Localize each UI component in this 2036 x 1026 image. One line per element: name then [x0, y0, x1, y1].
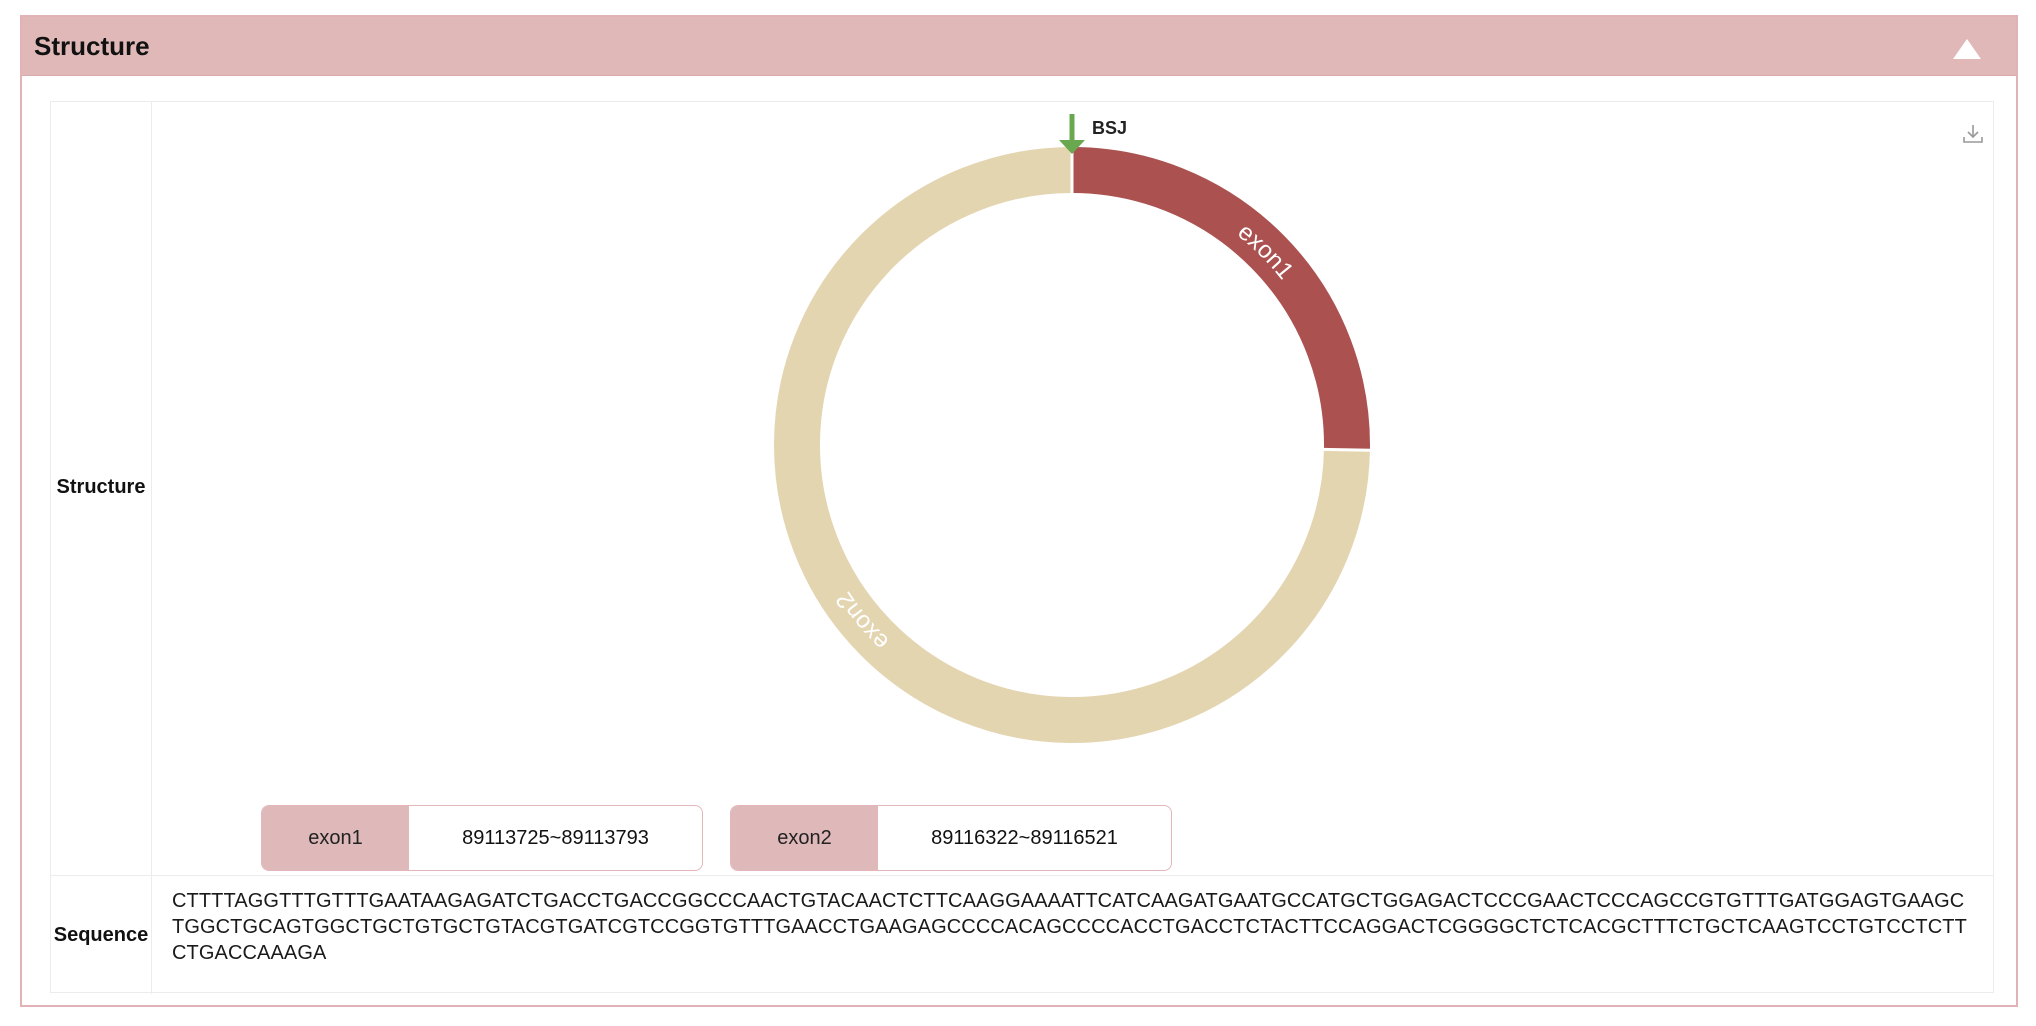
structure-row: Structure exon1 exon2 BSJ exon1 89113725… — [51, 102, 1993, 876]
sequence-row-label: Sequence — [53, 924, 149, 946]
structure-label-cell: Structure — [51, 102, 152, 875]
sequence-row: Sequence CTTTTAGGTTTGTTTGAATAAGAGATCTGAC… — [51, 876, 1993, 994]
exon1-name: exon1 — [262, 806, 409, 870]
panel-title: Structure — [34, 31, 150, 61]
structure-diagram-cell: exon1 exon2 BSJ exon1 89113725~89113793 — [152, 102, 1993, 875]
exon1-coordinate-box: exon1 89113725~89113793 — [261, 805, 703, 871]
sequence-text: CTTTTAGGTTTGTTTGAATAAGAGATCTGACCTGACCGGC… — [172, 890, 1967, 964]
sequence-cell: CTTTTAGGTTTGTTTGAATAAGAGATCTGACCTGACCGGC… — [152, 876, 1993, 994]
exon2-name: exon2 — [731, 806, 878, 870]
structure-table: Structure exon1 exon2 BSJ exon1 89113725… — [50, 101, 1994, 994]
structure-panel: Structure Structure exon1 exon2 BSJ exon… — [20, 15, 2018, 1007]
bsj-label: BSJ — [1092, 118, 1127, 138]
exon-separator — [1322, 447, 1371, 452]
triangle-up-icon[interactable] — [1952, 37, 1982, 61]
sequence-label-cell: Sequence — [51, 876, 152, 994]
panel-header[interactable]: Structure — [22, 17, 2016, 76]
exon1-range: 89113725~89113793 — [462, 826, 649, 849]
circrna-structure-diagram: exon1 exon2 BSJ — [774, 114, 1371, 743]
exon2-coordinate-box: exon2 89116322~89116521 — [730, 805, 1172, 871]
exon2-range: 89116322~89116521 — [931, 826, 1118, 849]
structure-row-label: Structure — [56, 476, 146, 498]
exon1-arc[interactable] — [1071, 147, 1370, 451]
